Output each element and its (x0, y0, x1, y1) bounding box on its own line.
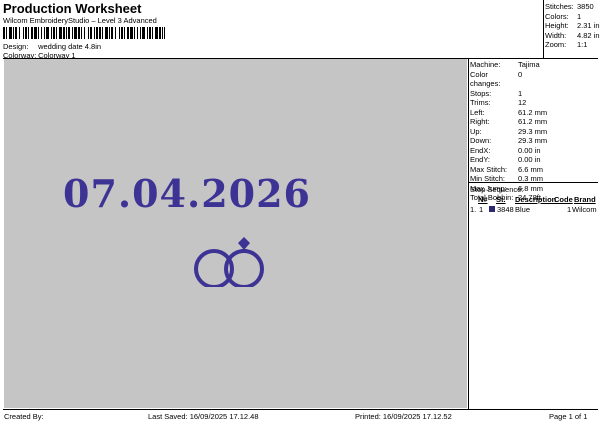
stop-sequence-title: Stop Sequence: (470, 185, 524, 194)
stat-height: Height: 2.31 in (545, 21, 600, 31)
stop-sequence: Stop Sequence: N# St. Description Code B… (470, 185, 597, 214)
date-embroidery-text: 07.04.2026 (63, 171, 311, 216)
stop-index: 1. (470, 205, 477, 214)
info-right: Right: 61.2 mm (470, 117, 548, 126)
info-trims: Trims: 12 (470, 98, 527, 107)
divider-bottom (3, 409, 598, 410)
info-down: Down: 29.3 mm (470, 136, 548, 145)
stop-needle: 1 (479, 205, 484, 214)
footer-printed: Printed: 16/09/2025 17.12.52 (355, 412, 452, 421)
footer-created-by: Created By: (4, 412, 44, 421)
info-min-stitch: Min Stitch: 0.3 mm (470, 174, 544, 183)
footer-last-saved: Last Saved: 16/09/2025 17.12.48 (148, 412, 259, 421)
stat-colors: Colors: 1 (545, 11, 582, 21)
software-subtitle: Wilcom EmbroideryStudio – Level 3 Advanc… (3, 16, 157, 25)
info-endx: EndX: 0.00 in (470, 145, 541, 155)
divider-side (468, 58, 469, 410)
col-brand: Brand (574, 195, 596, 204)
barcode (3, 27, 165, 39)
info-stops: Stops: 1 (470, 88, 523, 98)
stop-code: 1 (567, 205, 572, 214)
worksheet-title: Production Worksheet (3, 1, 142, 16)
thread-color-swatch (489, 206, 495, 212)
design-preview: 07.04.2026 (4, 59, 467, 408)
stop-brand: Wilcom (572, 205, 597, 214)
info-color-changes: Color changes: 0 (470, 69, 523, 89)
stat-width: Width: 4.82 in (545, 30, 600, 40)
design-row: Design: wedding date 4.8in (3, 42, 101, 51)
col-code: Code (554, 195, 573, 204)
top-stats: Stitches: 3850 Colors: 1 Height: 2.31 in Wi… (545, 2, 600, 50)
col-needle: N# (478, 195, 488, 204)
info-endy: EndY: 0.00 in (470, 155, 541, 164)
stat-zoom: Zoom: 1:1 (545, 40, 588, 50)
footer-page: Page 1 of 1 (549, 412, 588, 421)
info-machine: Machine: Tajima (470, 60, 540, 69)
wedding-rings-icon (194, 237, 264, 287)
col-stitches: St. (496, 195, 506, 204)
stop-description: Blue (515, 205, 531, 214)
info-up: Up: 29.3 mm (470, 126, 548, 136)
stop-stitches: 3848 (497, 205, 514, 214)
machine-info: Machine: Tajima Color changes: 0 Stops: 1 T… (470, 60, 547, 203)
col-description: Description (515, 195, 557, 204)
info-max-stitch: Max Stitch: 6.6 mm (470, 164, 544, 174)
info-left: Left: 61.2 mm (470, 107, 548, 117)
stat-stitches: Stitches: 3850 (545, 2, 594, 11)
design-value: wedding date 4.8in (38, 42, 102, 51)
divider-stats (543, 0, 544, 58)
design-label: Design: (3, 42, 29, 51)
